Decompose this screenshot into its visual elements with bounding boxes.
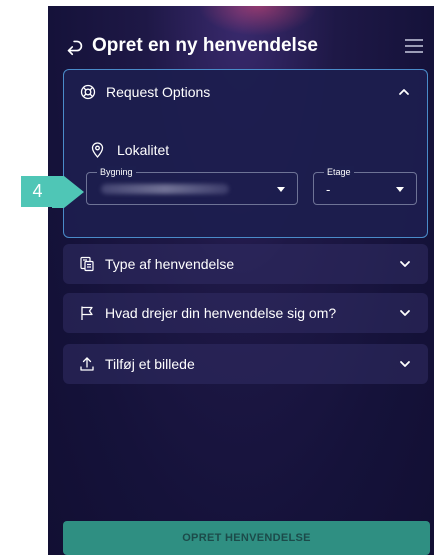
type-section-header[interactable]: Type af henvendelse — [63, 244, 428, 284]
request-options-panel: Request Options Lokalitet Bygning Etage … — [63, 69, 428, 238]
document-list-icon — [80, 256, 94, 272]
location-pin-icon — [91, 142, 104, 158]
lifebuoy-icon — [80, 84, 96, 100]
hamburger-menu-icon[interactable] — [404, 38, 424, 54]
type-section-label: Type af henvendelse — [105, 256, 235, 272]
step-callout: 4 — [0, 174, 86, 210]
chevron-down-icon[interactable] — [398, 257, 412, 271]
header: Opret en ny henvendelse — [64, 30, 424, 62]
image-section[interactable]: Tilføj et billede — [63, 344, 428, 384]
image-section-label: Tilføj et billede — [105, 356, 195, 372]
topic-section[interactable]: Hvad drejer din henvendelse sig om? — [63, 293, 428, 333]
redacted-value — [101, 184, 229, 194]
page-title: Opret en ny henvendelse — [92, 35, 318, 56]
flag-icon — [81, 306, 93, 320]
lokalitet-row: Lokalitet — [90, 142, 169, 158]
upload-icon — [80, 357, 94, 371]
step-number: 4 — [21, 176, 54, 207]
type-section[interactable]: Type af henvendelse — [63, 244, 428, 284]
back-arrow-icon[interactable] — [64, 35, 86, 57]
chevron-down-icon[interactable] — [398, 357, 412, 371]
request-options-header[interactable]: Request Options — [64, 70, 427, 114]
etage-label: Etage — [324, 166, 354, 178]
dropdown-caret-icon — [396, 187, 404, 192]
image-section-header[interactable]: Tilføj et billede — [63, 344, 428, 384]
etage-select[interactable]: Etage - — [313, 166, 417, 205]
chevron-up-icon[interactable] — [397, 85, 411, 99]
lokalitet-label: Lokalitet — [117, 142, 170, 158]
topic-section-label: Hvad drejer din henvendelse sig om? — [105, 305, 337, 321]
etage-value: - — [326, 182, 331, 197]
chevron-down-icon[interactable] — [398, 306, 412, 320]
app-screen: Opret en ny henvendelse Request Options — [48, 6, 434, 555]
topic-section-header[interactable]: Hvad drejer din henvendelse sig om? — [63, 293, 428, 333]
bygning-label: Bygning — [97, 166, 136, 178]
bygning-select[interactable]: Bygning — [86, 166, 298, 205]
dropdown-caret-icon — [277, 187, 285, 192]
submit-button[interactable]: OPRET HENVENDELSE — [63, 521, 430, 555]
request-options-title: Request Options — [106, 84, 211, 100]
